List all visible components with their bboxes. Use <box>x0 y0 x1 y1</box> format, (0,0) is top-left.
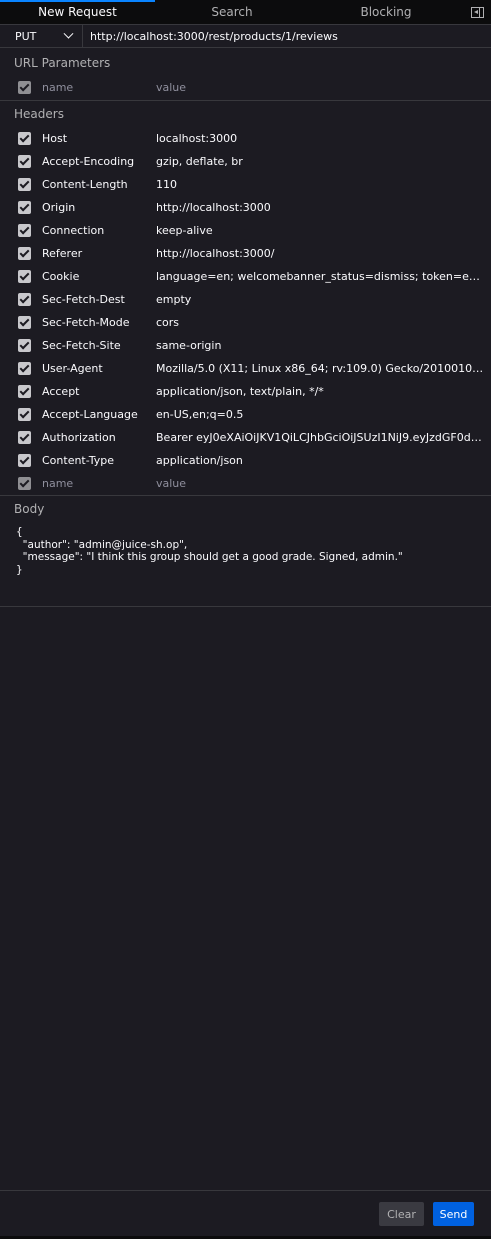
tab-blocking[interactable]: Blocking <box>309 0 463 24</box>
header-checkbox[interactable] <box>18 385 31 398</box>
header-checkbox[interactable] <box>18 477 31 490</box>
header-new-row: name value <box>0 472 491 495</box>
header-checkbox[interactable] <box>18 316 31 329</box>
header-name[interactable]: Sec-Fetch-Site <box>42 334 150 357</box>
header-name[interactable]: Authorization <box>42 426 150 449</box>
header-value[interactable]: en-US,en;q=0.5 <box>156 403 486 426</box>
header-value[interactable]: http://localhost:3000 <box>156 196 486 219</box>
header-name[interactable]: Referer <box>42 242 150 265</box>
header-row-connection: Connection keep-alive <box>0 219 491 242</box>
header-row-sec-fetch-mode: Sec-Fetch-Mode cors <box>0 311 491 334</box>
header-row-cookie: Cookie language=en; welcomebanner_status… <box>0 265 491 288</box>
header-row-accept-encoding: Accept-Encoding gzip, deflate, br <box>0 150 491 173</box>
header-row-origin: Origin http://localhost:3000 <box>0 196 491 219</box>
header-value[interactable]: language=en; welcomebanner_status=dismis… <box>156 265 486 288</box>
header-checkbox[interactable] <box>18 454 31 467</box>
header-checkbox[interactable] <box>18 293 31 306</box>
header-checkbox[interactable] <box>18 431 31 444</box>
network-request-panel: New Request Search Blocking PUT URL Para… <box>0 0 491 1239</box>
header-checkbox[interactable] <box>18 201 31 214</box>
header-name[interactable]: Sec-Fetch-Dest <box>42 288 150 311</box>
header-value-input[interactable]: value <box>156 472 486 495</box>
headers-title: Headers <box>14 107 64 121</box>
header-name[interactable]: Content-Type <box>42 449 150 472</box>
body-textarea[interactable]: { "author": "admin@juice-sh.op", "messag… <box>16 526 486 576</box>
divider <box>0 100 491 101</box>
header-value[interactable]: gzip, deflate, br <box>156 150 486 173</box>
url-param-value-input[interactable]: value <box>156 76 486 99</box>
header-name[interactable]: Accept-Language <box>42 403 150 426</box>
clear-button[interactable]: Clear <box>379 1202 424 1226</box>
header-row-sec-fetch-site: Sec-Fetch-Site same-origin <box>0 334 491 357</box>
tab-search[interactable]: Search <box>155 0 309 24</box>
header-name[interactable]: Accept <box>42 380 150 403</box>
tab-bar: New Request Search Blocking <box>0 0 491 25</box>
header-value[interactable]: 110 <box>156 173 486 196</box>
method-select[interactable]: PUT <box>0 25 83 47</box>
header-row-accept-language: Accept-Language en-US,en;q=0.5 <box>0 403 491 426</box>
tab-new-request[interactable]: New Request <box>0 0 155 24</box>
header-row-accept: Accept application/json, text/plain, */* <box>0 380 491 403</box>
url-param-new-row: name value <box>0 76 491 99</box>
header-row-user-agent: User-Agent Mozilla/5.0 (X11; Linux x86_6… <box>0 357 491 380</box>
header-value[interactable]: localhost:3000 <box>156 127 486 150</box>
header-checkbox[interactable] <box>18 132 31 145</box>
header-value[interactable]: application/json, text/plain, */* <box>156 380 486 403</box>
header-name[interactable]: Host <box>42 127 150 150</box>
divider <box>0 606 491 607</box>
header-row-host: Host localhost:3000 <box>0 127 491 150</box>
header-checkbox[interactable] <box>18 178 31 191</box>
url-param-name-input[interactable]: name <box>42 76 150 99</box>
header-value[interactable]: http://localhost:3000/ <box>156 242 486 265</box>
header-name[interactable]: Origin <box>42 196 150 219</box>
header-checkbox[interactable] <box>18 339 31 352</box>
request-url-row: PUT <box>0 25 491 48</box>
header-name[interactable]: Sec-Fetch-Mode <box>42 311 150 334</box>
header-row-content-type: Content-Type application/json <box>0 449 491 472</box>
header-name[interactable]: Cookie <box>42 265 150 288</box>
collapse-panel-button[interactable] <box>463 0 491 24</box>
header-checkbox[interactable] <box>18 270 31 283</box>
send-button[interactable]: Send <box>433 1202 474 1226</box>
url-input[interactable] <box>83 25 491 47</box>
header-name[interactable]: Connection <box>42 219 150 242</box>
header-row-content-length: Content-Length 110 <box>0 173 491 196</box>
method-label: PUT <box>15 29 37 43</box>
divider <box>0 495 491 496</box>
header-value[interactable]: application/json <box>156 449 486 472</box>
header-value[interactable]: cors <box>156 311 486 334</box>
header-checkbox[interactable] <box>18 247 31 260</box>
header-row-authorization: Authorization Bearer eyJ0eXAiOiJKV1QiLCJ… <box>0 426 491 449</box>
header-value[interactable]: Bearer eyJ0eXAiOiJKV1QiLCJhbGciOiJSUzI1N… <box>156 426 486 449</box>
sidebar-collapse-icon <box>470 6 484 18</box>
header-checkbox[interactable] <box>18 362 31 375</box>
footer-divider <box>0 1190 491 1191</box>
header-checkbox[interactable] <box>18 224 31 237</box>
header-value[interactable]: empty <box>156 288 486 311</box>
chevron-down-icon <box>63 28 74 39</box>
url-param-checkbox[interactable] <box>18 81 31 94</box>
header-row-referer: Referer http://localhost:3000/ <box>0 242 491 265</box>
header-value[interactable]: same-origin <box>156 334 486 357</box>
header-name[interactable]: Accept-Encoding <box>42 150 150 173</box>
header-row-sec-fetch-dest: Sec-Fetch-Dest empty <box>0 288 491 311</box>
header-checkbox[interactable] <box>18 155 31 168</box>
header-checkbox[interactable] <box>18 408 31 421</box>
header-name-input[interactable]: name <box>42 472 150 495</box>
header-name[interactable]: User-Agent <box>42 357 150 380</box>
url-parameters-title: URL Parameters <box>14 56 111 70</box>
body-title: Body <box>14 502 45 516</box>
header-name[interactable]: Content-Length <box>42 173 150 196</box>
header-value[interactable]: Mozilla/5.0 (X11; Linux x86_64; rv:109.0… <box>156 357 486 380</box>
header-value[interactable]: keep-alive <box>156 219 486 242</box>
